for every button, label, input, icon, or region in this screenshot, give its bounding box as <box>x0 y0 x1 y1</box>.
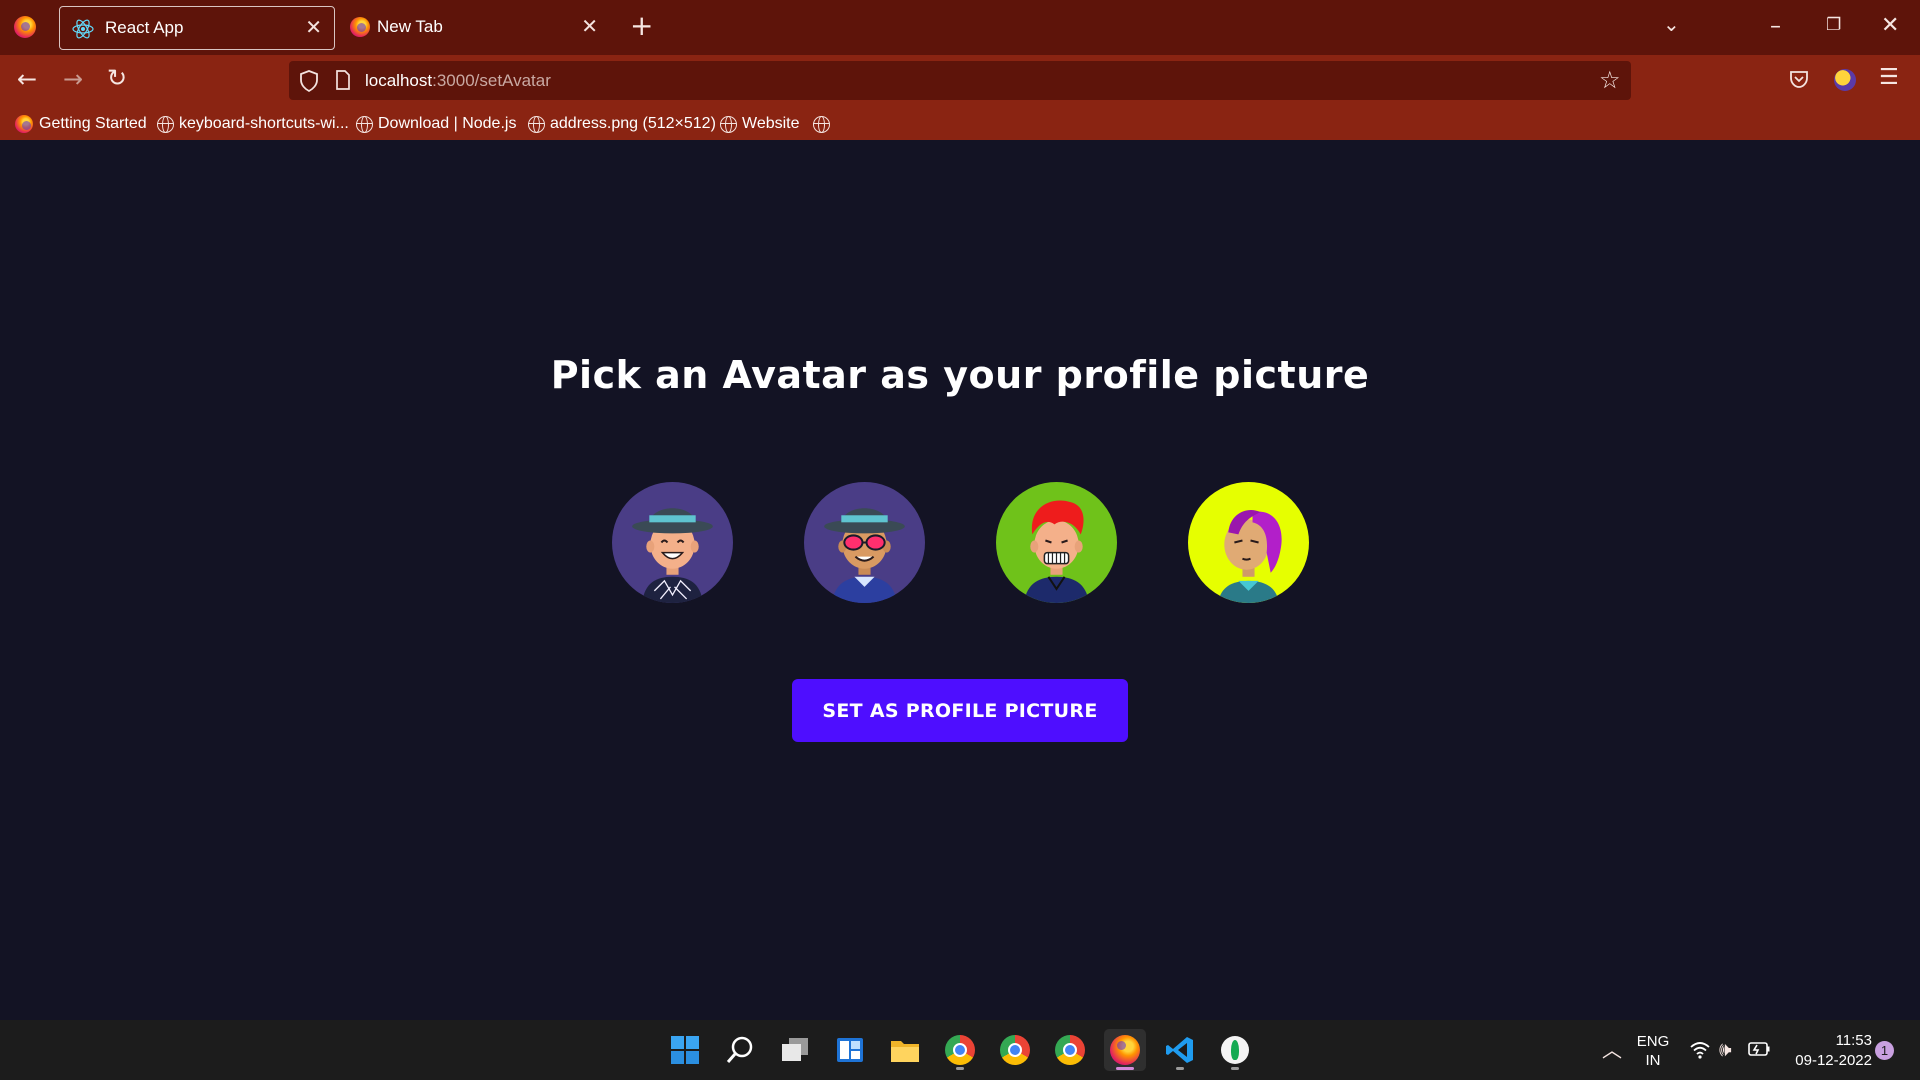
close-window-icon[interactable]: ✕ <box>1881 15 1899 37</box>
bookmark-star-icon[interactable]: ☆ <box>1599 68 1621 92</box>
close-tab-icon[interactable]: ✕ <box>305 15 322 39</box>
url-bar[interactable]: localhost:3000/setAvatar ☆ <box>289 61 1631 100</box>
notification-count: 1 <box>1880 1043 1889 1058</box>
bookmark-getting-started[interactable]: Getting Started <box>15 114 147 134</box>
account-avatar-icon[interactable] <box>1834 69 1856 91</box>
bookmark-label: Getting Started <box>39 115 147 132</box>
file-explorer-icon[interactable] <box>884 1029 926 1071</box>
url-text[interactable]: localhost:3000/setAvatar <box>365 71 551 91</box>
clock-time: 11:53 <box>1835 1032 1872 1049</box>
vscode-icon[interactable] <box>1159 1029 1201 1071</box>
avatar-option-1[interactable] <box>612 482 733 603</box>
close-tab-icon[interactable]: ✕ <box>581 14 598 38</box>
show-hidden-icons-chevron[interactable]: ︿ <box>1602 1040 1622 1060</box>
page-info-icon[interactable] <box>335 70 351 90</box>
back-arrow-icon[interactable]: ← <box>17 67 37 91</box>
avatar-4-image <box>1188 482 1309 603</box>
avatar-option-2[interactable] <box>804 482 925 603</box>
bookmark-label: Download | Node.js <box>378 115 517 132</box>
reload-icon[interactable]: ↻ <box>107 66 127 90</box>
language-indicator[interactable]: ENG IN <box>1636 1032 1670 1070</box>
bookmark-label: address.png (512×512) <box>550 115 716 132</box>
bookmark-download-nodejs[interactable]: Download | Node.js <box>356 114 516 134</box>
avatar-3-image <box>996 482 1117 603</box>
minimize-window-icon[interactable]: – <box>1770 16 1781 38</box>
notification-badge[interactable]: 1 <box>1875 1041 1894 1060</box>
chrome-icon[interactable] <box>994 1029 1036 1071</box>
bookmark-keyboard-shortcuts[interactable]: keyboard-shortcuts-wi... <box>157 114 349 134</box>
firefox-icon[interactable] <box>1104 1029 1146 1071</box>
battery-icon[interactable] <box>1748 1042 1770 1056</box>
globe-icon <box>720 115 737 133</box>
bookmark-unnamed[interactable] <box>813 114 835 134</box>
avatar-option-3[interactable] <box>996 482 1117 603</box>
chrome-icon[interactable] <box>939 1029 981 1071</box>
avatar-option-4[interactable] <box>1188 482 1309 603</box>
globe-icon <box>157 115 174 133</box>
volume-icon[interactable]: 🕪 <box>1719 1039 1732 1059</box>
pocket-icon[interactable] <box>1789 70 1809 89</box>
restore-window-icon[interactable]: ❐ <box>1826 17 1841 34</box>
globe-icon <box>356 115 373 133</box>
bookmark-label: Website <box>742 115 800 132</box>
globe-icon <box>813 115 830 133</box>
react-icon <box>72 19 94 39</box>
globe-icon <box>528 115 545 133</box>
firefox-icon <box>15 115 33 133</box>
set-as-profile-picture-button[interactable]: SET AS PROFILE PICTURE <box>792 679 1128 742</box>
new-tab-plus-icon[interactable]: + <box>630 12 653 40</box>
avatar-1-image <box>612 482 733 603</box>
firefox-icon <box>350 17 370 37</box>
bookmark-address-png[interactable]: address.png (512×512) <box>528 114 716 134</box>
windows-start-icon[interactable] <box>664 1029 706 1071</box>
tab-react-app[interactable]: React App ✕ <box>59 6 335 50</box>
clock-date: 09-12-2022 <box>1795 1052 1872 1069</box>
bookmark-label: keyboard-shortcuts-wi... <box>179 115 349 132</box>
search-icon[interactable] <box>719 1029 761 1071</box>
bookmark-website[interactable]: Website <box>720 114 800 134</box>
tab-label: New Tab <box>377 17 443 36</box>
firefox-view-icon[interactable] <box>14 16 36 38</box>
tab-new-tab[interactable]: New Tab ✕ <box>342 6 610 50</box>
region-code: IN <box>1645 1052 1661 1069</box>
avatar-2-image <box>804 482 925 603</box>
menu-hamburger-icon[interactable]: ☰ <box>1879 67 1899 89</box>
chrome-icon[interactable] <box>1049 1029 1091 1071</box>
wifi-icon[interactable] <box>1689 1041 1711 1059</box>
url-path: :3000/setAvatar <box>432 71 551 90</box>
task-view-icon[interactable] <box>774 1029 816 1071</box>
url-host: localhost <box>365 71 433 90</box>
list-all-tabs-chevron-icon[interactable]: ⌄ <box>1663 14 1680 34</box>
clock[interactable]: 11:53 09-12-2022 <box>1782 1031 1872 1071</box>
forward-arrow-icon[interactable]: → <box>63 67 83 91</box>
language-code: ENG <box>1636 1033 1670 1050</box>
tracking-protection-shield-icon[interactable] <box>299 70 319 92</box>
mongodb-compass-icon[interactable] <box>1214 1029 1256 1071</box>
tab-label: React App <box>105 18 184 37</box>
page-title: Pick an Avatar as your profile picture <box>550 353 1370 397</box>
widgets-icon[interactable] <box>829 1029 871 1071</box>
app-page: Pick an Avatar as your profile picture S… <box>0 140 1920 1020</box>
